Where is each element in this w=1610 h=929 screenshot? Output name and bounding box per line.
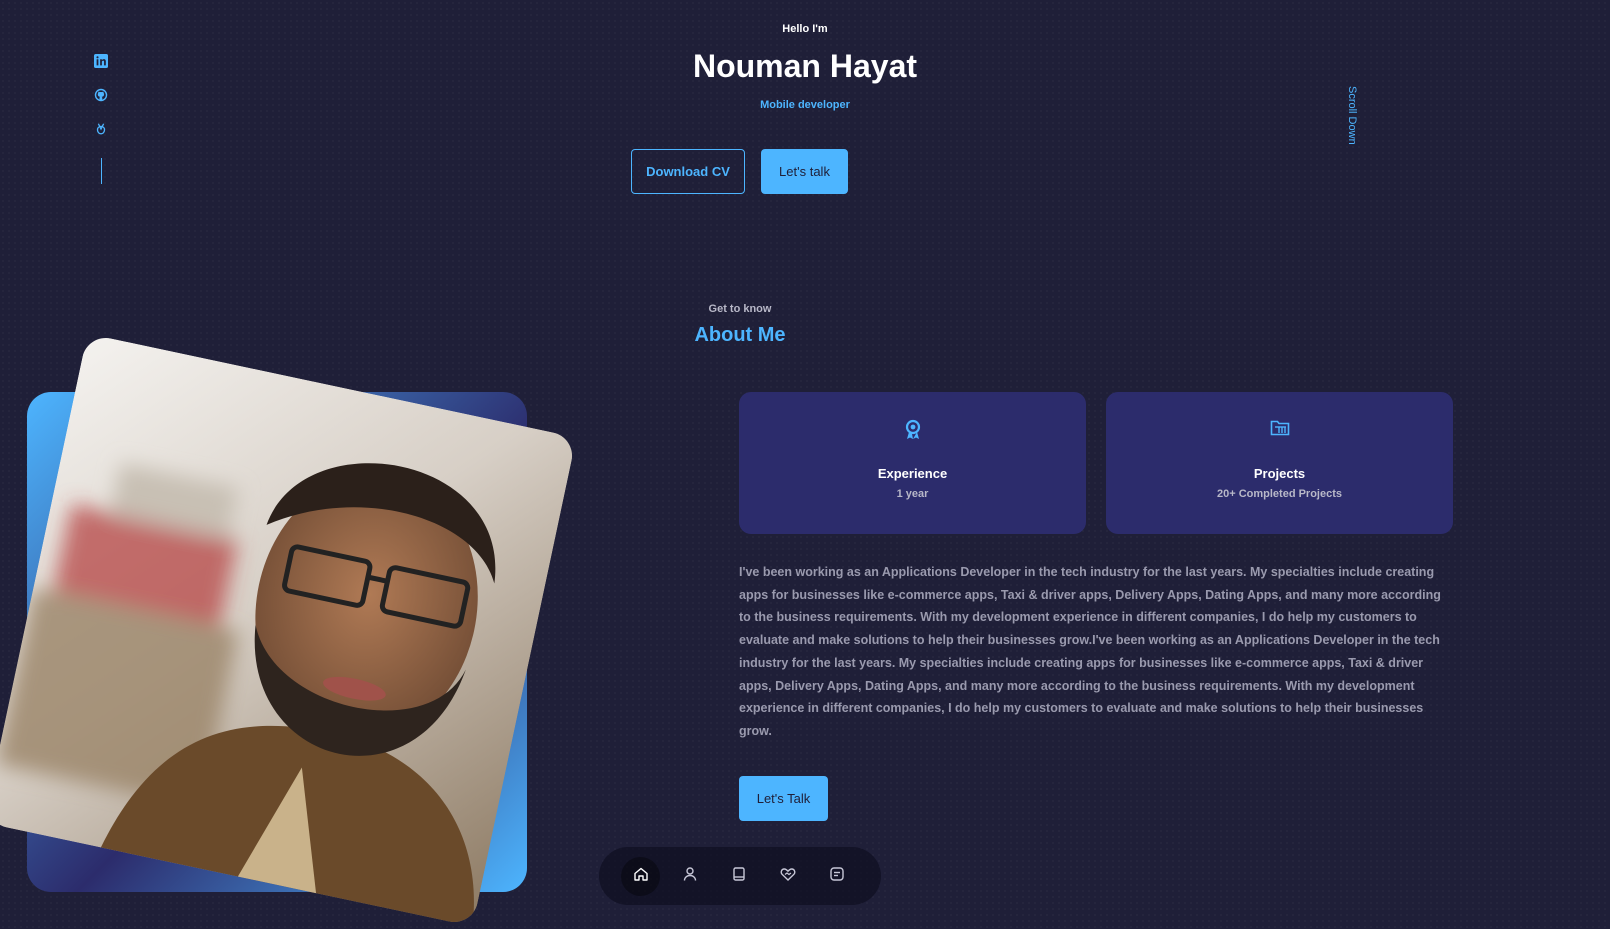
book-icon (731, 866, 747, 887)
lets-talk-cta-button[interactable]: Let's Talk (739, 776, 828, 821)
profile-photo (0, 333, 577, 927)
folder-icon (1270, 419, 1290, 442)
card-title: Projects (1253, 466, 1306, 481)
social-divider-line (100, 158, 102, 184)
page-title: Nouman Hayat (692, 48, 918, 84)
card-subtitle: 1 year (896, 488, 929, 500)
lets-talk-button[interactable]: Let's talk (761, 149, 848, 194)
projects-card[interactable]: Projects 20+ Completed Projects (1106, 392, 1453, 534)
dribbble-icon[interactable] (92, 120, 110, 138)
services-icon (780, 866, 796, 887)
nav-experience[interactable] (719, 857, 758, 896)
about-kicker: Get to know (708, 303, 772, 315)
nav-about[interactable] (670, 857, 709, 896)
message-icon (829, 866, 845, 887)
bottom-nav (599, 847, 881, 905)
role-text: Mobile developer (760, 99, 850, 111)
nav-home[interactable] (621, 856, 660, 896)
about-paragraph: I've been working as an Applications Dev… (739, 565, 1441, 738)
nav-contact[interactable] (817, 857, 856, 896)
experience-card[interactable]: Experience 1 year (739, 392, 1086, 534)
download-cv-button[interactable]: Download CV (631, 149, 745, 194)
home-icon (633, 866, 649, 887)
about-title: About Me (694, 324, 786, 346)
scroll-down-link[interactable]: Scroll Down (1346, 86, 1358, 145)
card-title: Experience (877, 466, 948, 481)
greeting-text: Hello I'm (782, 23, 828, 35)
user-icon (682, 866, 698, 887)
nav-services[interactable] (768, 857, 807, 896)
award-icon (903, 419, 923, 446)
card-subtitle: 20+ Completed Projects (1216, 488, 1343, 500)
